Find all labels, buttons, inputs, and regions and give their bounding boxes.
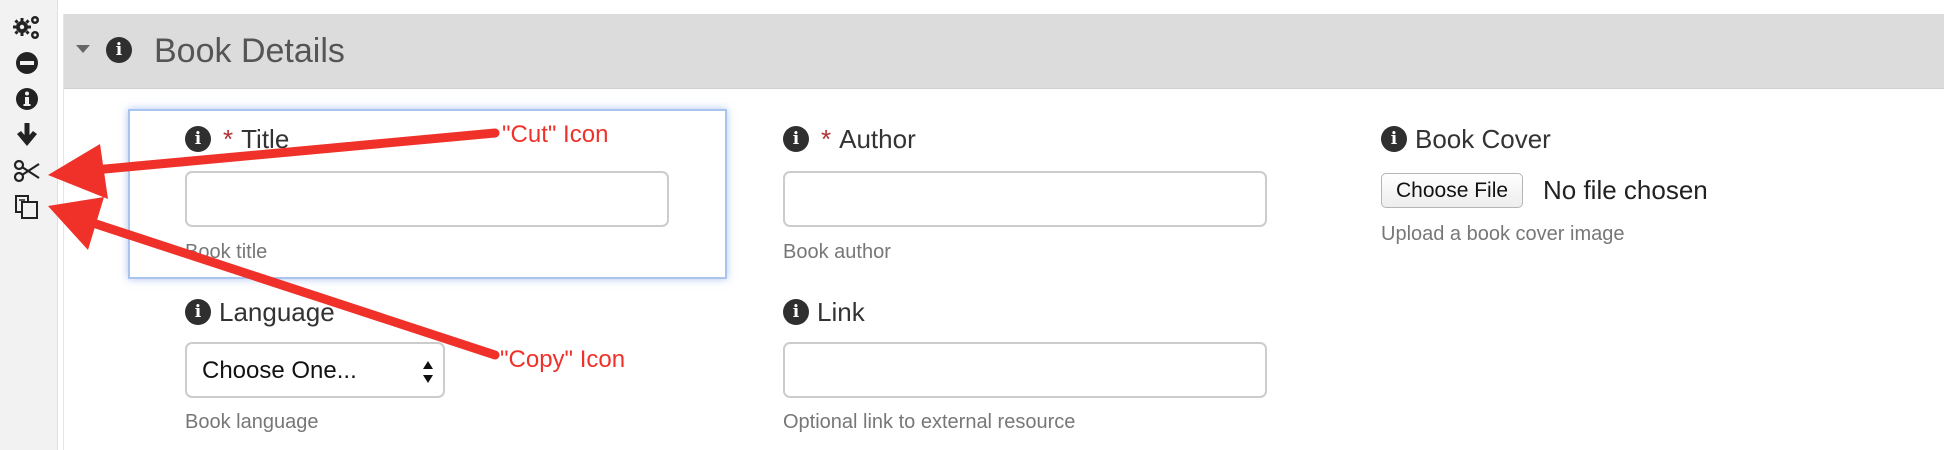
select-arrows-icon bbox=[423, 361, 433, 383]
link-label-row: i Link bbox=[783, 297, 865, 327]
required-marker: * bbox=[821, 123, 832, 154]
info-icon[interactable]: i bbox=[1381, 126, 1407, 152]
panel-title: Book Details bbox=[154, 32, 345, 70]
collapse-caret-icon[interactable] bbox=[76, 45, 90, 53]
copy-icon[interactable] bbox=[12, 192, 42, 222]
link-help-text: Optional link to external resource bbox=[783, 411, 1076, 433]
settings-icon[interactable] bbox=[12, 13, 42, 43]
info-icon[interactable] bbox=[12, 84, 42, 114]
book-cover-label-row: i Book Cover bbox=[1381, 124, 1551, 154]
book-cover-label: Book Cover bbox=[1415, 123, 1551, 154]
language-label: Language bbox=[219, 296, 335, 327]
title-help-text: Book title bbox=[185, 241, 268, 263]
info-icon[interactable]: i bbox=[185, 126, 211, 152]
info-icon[interactable]: i bbox=[185, 299, 211, 325]
language-label-row: i Language bbox=[185, 297, 335, 327]
language-selected-value: Choose One... bbox=[202, 357, 357, 384]
info-icon[interactable]: i bbox=[783, 299, 809, 325]
author-input[interactable] bbox=[783, 171, 1267, 227]
move-down-icon[interactable] bbox=[12, 120, 42, 150]
cut-icon[interactable] bbox=[12, 156, 42, 186]
panel-header: i Book Details bbox=[64, 14, 1944, 89]
info-icon[interactable]: i bbox=[783, 126, 809, 152]
title-label: Title bbox=[241, 123, 290, 154]
left-toolbar bbox=[0, 0, 58, 450]
page: i Book Details i * Title Book title i * … bbox=[0, 0, 1950, 450]
copy-icon-annotation: "Copy" Icon bbox=[500, 346, 626, 373]
language-help-text: Book language bbox=[185, 411, 319, 433]
title-label-row: i * Title bbox=[185, 124, 289, 154]
remove-icon[interactable] bbox=[12, 48, 42, 78]
info-icon[interactable]: i bbox=[106, 37, 132, 63]
author-help-text: Book author bbox=[783, 241, 891, 263]
book-cover-help-text: Upload a book cover image bbox=[1381, 223, 1625, 245]
language-select[interactable]: Choose One... bbox=[185, 342, 445, 398]
title-input[interactable] bbox=[185, 171, 669, 227]
file-status-text: No file chosen bbox=[1543, 175, 1708, 205]
choose-file-button[interactable]: Choose File bbox=[1381, 173, 1524, 208]
link-input[interactable] bbox=[783, 342, 1267, 398]
author-label-row: i * Author bbox=[783, 124, 916, 154]
link-label: Link bbox=[817, 296, 865, 327]
required-marker: * bbox=[223, 123, 234, 154]
cut-icon-annotation: "Cut" Icon bbox=[502, 121, 609, 148]
author-label: Author bbox=[839, 123, 916, 154]
